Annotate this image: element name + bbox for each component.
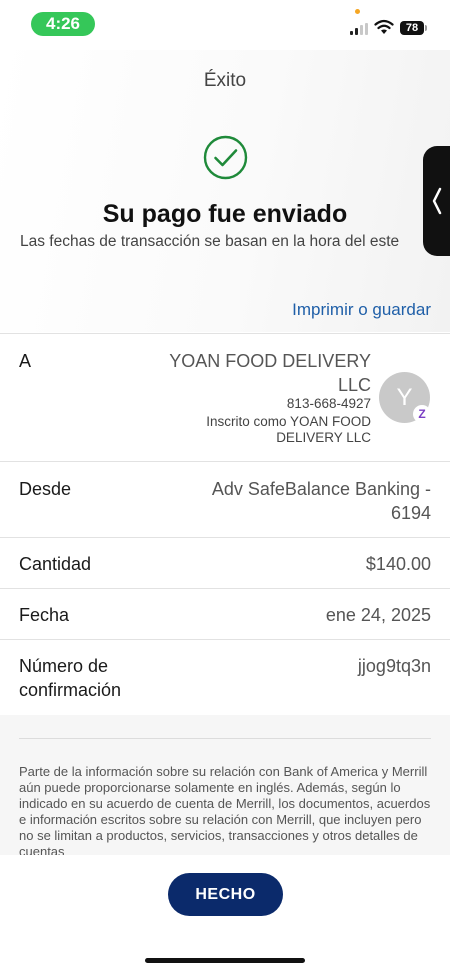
print-or-save-link[interactable]: Imprimir o guardar — [292, 300, 431, 320]
timezone-note: Las fechas de transacción se basan en la… — [20, 233, 400, 250]
confirmation-number-label: Número de confirmación — [19, 656, 122, 700]
payee-phone: 813-668-4927 — [286, 396, 371, 411]
divider — [0, 333, 450, 334]
divider — [0, 588, 450, 589]
date-label: Fecha — [19, 605, 70, 625]
divider — [0, 461, 450, 462]
from-label: Desde — [19, 479, 72, 499]
payee-name: YOAN FOOD DELIVERY LLC — [169, 351, 371, 395]
success-check-icon — [203, 135, 248, 180]
chevron-left-icon — [432, 187, 442, 215]
page-title: Éxito — [203, 70, 247, 91]
payee-enrolled-name: Inscrito como YOAN FOOD DELIVERY LLC — [206, 414, 371, 445]
status-bar: 4:26 78 — [0, 0, 450, 50]
divider — [0, 537, 450, 538]
wifi-icon — [374, 19, 394, 34]
amount-value: $140.00 — [365, 554, 431, 574]
date-value: ene 24, 2025 — [325, 605, 431, 625]
home-indicator[interactable] — [145, 958, 305, 963]
done-button[interactable]: HECHO — [168, 873, 283, 916]
from-account-value: Adv SafeBalance Banking - 6194 — [211, 479, 431, 523]
side-panel-handle[interactable] — [423, 146, 450, 256]
divider — [19, 738, 431, 739]
divider — [0, 639, 450, 640]
battery-cap — [425, 25, 427, 31]
amount-label: Cantidad — [19, 554, 92, 574]
status-time: 4:26 — [31, 12, 95, 36]
battery-icon: 78 — [400, 21, 424, 35]
success-header — [0, 50, 450, 332]
disclaimer-text: Parte de la información sobre su relació… — [19, 764, 431, 856]
privacy-indicator-dot — [355, 9, 360, 14]
cellular-signal-icon — [350, 23, 370, 35]
payee-label: A — [19, 351, 32, 371]
zelle-icon: Z — [413, 405, 431, 423]
confirmation-heading: Su pago fue enviado — [102, 200, 348, 228]
confirmation-number-value: jjog9tq3n — [357, 656, 431, 676]
